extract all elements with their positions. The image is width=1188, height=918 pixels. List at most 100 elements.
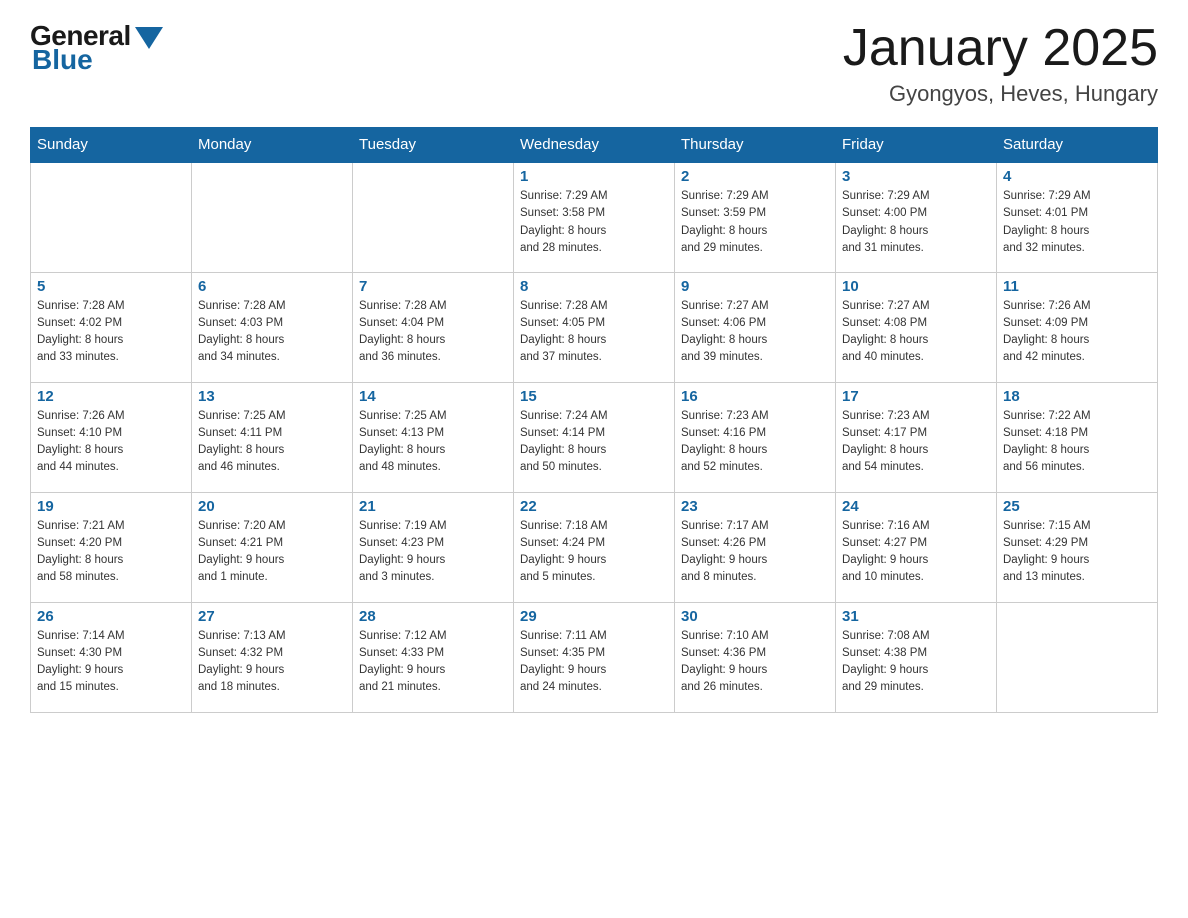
calendar-cell: 15Sunrise: 7:24 AM Sunset: 4:14 PM Dayli…	[514, 382, 675, 492]
day-info: Sunrise: 7:29 AM Sunset: 4:01 PM Dayligh…	[1003, 188, 1151, 257]
calendar-cell: 10 Sunrise: 7:27 AM Sunset: 4:08 PM Dayli…	[836, 272, 997, 382]
calendar-cell: 5 Sunrise: 7:28 AM Sunset: 4:02 PM Daylig…	[31, 272, 192, 382]
calendar-cell: 22 Sunrise: 7:18 AM Sunset: 4:24 PM Dayli…	[514, 492, 675, 602]
calendar-cell: 3 Sunrise: 7:29 AM Sunset: 4:00 PM Daylig…	[836, 162, 997, 272]
calendar-week-2: 5 Sunrise: 7:28 AM Sunset: 4:02 PM Daylig…	[31, 272, 1158, 382]
calendar-cell: 4 Sunrise: 7:29 AM Sunset: 4:01 PM Daylig…	[997, 162, 1158, 272]
calendar-cell: 19 Sunrise: 7:21 AM Sunset: 4:20 PM Dayli…	[31, 492, 192, 602]
calendar-week-4: 19 Sunrise: 7:21 AM Sunset: 4:20 PM Dayli…	[31, 492, 1158, 602]
day-info: Sunrise: 7:26 AM Sunset: 4:10 PM Dayligh…	[37, 408, 185, 477]
day-info: Sunrise: 7:28 AM Sunset: 4:03 PM Dayligh…	[198, 298, 346, 367]
day-number: 4	[1003, 168, 1151, 185]
day-number: 5	[37, 278, 185, 295]
calendar-cell: 16Sunrise: 7:23 AM Sunset: 4:16 PM Dayli…	[675, 382, 836, 492]
day-info: Sunrise: 7:24 AM Sunset: 4:14 PM Dayligh…	[520, 408, 668, 477]
calendar-cell: 6 Sunrise: 7:28 AM Sunset: 4:03 PM Daylig…	[192, 272, 353, 382]
day-info: Sunrise: 7:26 AM Sunset: 4:09 PM Dayligh…	[1003, 298, 1151, 367]
day-number: 31	[842, 608, 990, 625]
day-number: 9	[681, 278, 829, 295]
calendar-cell: 21 Sunrise: 7:19 AM Sunset: 4:23 PM Dayli…	[353, 492, 514, 602]
day-header-wednesday: Wednesday	[514, 128, 675, 163]
day-info: Sunrise: 7:25 AM Sunset: 4:13 PM Dayligh…	[359, 408, 507, 477]
day-header-thursday: Thursday	[675, 128, 836, 163]
calendar-cell: 27Sunrise: 7:13 AM Sunset: 4:32 PM Dayli…	[192, 602, 353, 712]
day-info: Sunrise: 7:29 AM Sunset: 4:00 PM Dayligh…	[842, 188, 990, 257]
day-number: 8	[520, 278, 668, 295]
day-number: 2	[681, 168, 829, 185]
calendar-cell: 28 Sunrise: 7:12 AM Sunset: 4:33 PM Dayli…	[353, 602, 514, 712]
day-number: 17	[842, 388, 990, 405]
calendar-cell: 9 Sunrise: 7:27 AM Sunset: 4:06 PM Daylig…	[675, 272, 836, 382]
calendar-cell: 17 Sunrise: 7:23 AM Sunset: 4:17 PM Dayli…	[836, 382, 997, 492]
day-info: Sunrise: 7:14 AM Sunset: 4:30 PM Dayligh…	[37, 628, 185, 697]
day-header-sunday: Sunday	[31, 128, 192, 163]
day-header-friday: Friday	[836, 128, 997, 163]
calendar-cell: 25 Sunrise: 7:15 AM Sunset: 4:29 PM Dayli…	[997, 492, 1158, 602]
day-info: Sunrise: 7:18 AM Sunset: 4:24 PM Dayligh…	[520, 518, 668, 587]
calendar-cell: 26 Sunrise: 7:14 AM Sunset: 4:30 PM Dayli…	[31, 602, 192, 712]
day-info: Sunrise: 7:15 AM Sunset: 4:29 PM Dayligh…	[1003, 518, 1151, 587]
day-number: 13	[198, 388, 346, 405]
calendar-cell: 20 Sunrise: 7:20 AM Sunset: 4:21 PM Dayli…	[192, 492, 353, 602]
day-info: Sunrise: 7:28 AM Sunset: 4:05 PM Dayligh…	[520, 298, 668, 367]
day-number: 14	[359, 388, 507, 405]
day-info: Sunrise: 7:23 AM Sunset: 4:16 PM Dayligh…	[681, 408, 829, 477]
day-info: Sunrise: 7:29 AM Sunset: 3:58 PM Dayligh…	[520, 188, 668, 257]
calendar-title: January 2025	[843, 20, 1158, 77]
calendar-cell: 11 Sunrise: 7:26 AM Sunset: 4:09 PM Dayli…	[997, 272, 1158, 382]
day-number: 27	[198, 608, 346, 625]
day-number: 3	[842, 168, 990, 185]
day-info: Sunrise: 7:22 AM Sunset: 4:18 PM Dayligh…	[1003, 408, 1151, 477]
day-info: Sunrise: 7:23 AM Sunset: 4:17 PM Dayligh…	[842, 408, 990, 477]
day-number: 10	[842, 278, 990, 295]
calendar-cell: 18 Sunrise: 7:22 AM Sunset: 4:18 PM Dayli…	[997, 382, 1158, 492]
logo: General Blue	[30, 20, 163, 76]
calendar-cell	[353, 162, 514, 272]
day-info: Sunrise: 7:10 AM Sunset: 4:36 PM Dayligh…	[681, 628, 829, 697]
day-number: 25	[1003, 498, 1151, 515]
calendar-cell: 14 Sunrise: 7:25 AM Sunset: 4:13 PM Dayli…	[353, 382, 514, 492]
logo-arrow-icon	[135, 27, 163, 49]
day-info: Sunrise: 7:27 AM Sunset: 4:06 PM Dayligh…	[681, 298, 829, 367]
calendar-cell: 30Sunrise: 7:10 AM Sunset: 4:36 PM Dayli…	[675, 602, 836, 712]
day-info: Sunrise: 7:20 AM Sunset: 4:21 PM Dayligh…	[198, 518, 346, 587]
day-number: 7	[359, 278, 507, 295]
calendar-cell	[31, 162, 192, 272]
day-info: Sunrise: 7:28 AM Sunset: 4:02 PM Dayligh…	[37, 298, 185, 367]
calendar-subtitle: Gyongyos, Heves, Hungary	[843, 81, 1158, 107]
day-number: 24	[842, 498, 990, 515]
title-section: January 2025 Gyongyos, Heves, Hungary	[843, 20, 1158, 107]
day-info: Sunrise: 7:25 AM Sunset: 4:11 PM Dayligh…	[198, 408, 346, 477]
day-info: Sunrise: 7:27 AM Sunset: 4:08 PM Dayligh…	[842, 298, 990, 367]
calendar-week-3: 12 Sunrise: 7:26 AM Sunset: 4:10 PM Dayli…	[31, 382, 1158, 492]
calendar-table: SundayMondayTuesdayWednesdayThursdayFrid…	[30, 127, 1158, 713]
calendar-cell: 12 Sunrise: 7:26 AM Sunset: 4:10 PM Dayli…	[31, 382, 192, 492]
day-header-saturday: Saturday	[997, 128, 1158, 163]
day-number: 22	[520, 498, 668, 515]
day-info: Sunrise: 7:21 AM Sunset: 4:20 PM Dayligh…	[37, 518, 185, 587]
day-info: Sunrise: 7:29 AM Sunset: 3:59 PM Dayligh…	[681, 188, 829, 257]
day-number: 26	[37, 608, 185, 625]
day-number: 12	[37, 388, 185, 405]
day-number: 18	[1003, 388, 1151, 405]
calendar-cell: 8 Sunrise: 7:28 AM Sunset: 4:05 PM Daylig…	[514, 272, 675, 382]
day-number: 19	[37, 498, 185, 515]
day-number: 23	[681, 498, 829, 515]
day-number: 28	[359, 608, 507, 625]
day-info: Sunrise: 7:28 AM Sunset: 4:04 PM Dayligh…	[359, 298, 507, 367]
day-number: 1	[520, 168, 668, 185]
calendar-week-1: 1 Sunrise: 7:29 AM Sunset: 3:58 PM Daylig…	[31, 162, 1158, 272]
calendar-cell: 24Sunrise: 7:16 AM Sunset: 4:27 PM Dayli…	[836, 492, 997, 602]
logo-blue-text: Blue	[32, 44, 93, 76]
day-info: Sunrise: 7:12 AM Sunset: 4:33 PM Dayligh…	[359, 628, 507, 697]
day-header-tuesday: Tuesday	[353, 128, 514, 163]
day-number: 20	[198, 498, 346, 515]
day-number: 21	[359, 498, 507, 515]
calendar-header-row: SundayMondayTuesdayWednesdayThursdayFrid…	[31, 128, 1158, 163]
day-number: 11	[1003, 278, 1151, 295]
day-info: Sunrise: 7:19 AM Sunset: 4:23 PM Dayligh…	[359, 518, 507, 587]
calendar-cell	[997, 602, 1158, 712]
calendar-cell	[192, 162, 353, 272]
day-number: 6	[198, 278, 346, 295]
day-info: Sunrise: 7:11 AM Sunset: 4:35 PM Dayligh…	[520, 628, 668, 697]
